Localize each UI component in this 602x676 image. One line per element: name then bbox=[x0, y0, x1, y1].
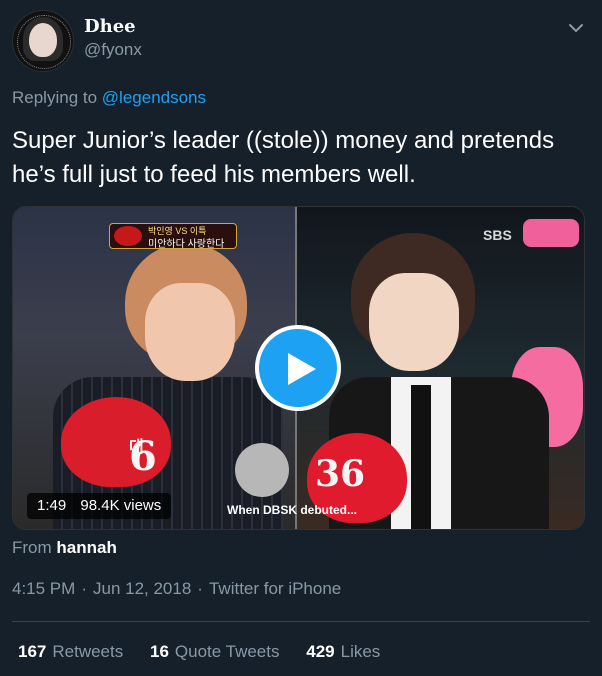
reply-mention-link[interactable]: @legendsons bbox=[102, 88, 206, 107]
tweet-time[interactable]: 4:15 PM bbox=[12, 579, 75, 598]
chevron-down-icon[interactable] bbox=[566, 18, 586, 38]
tweet-meta: 4:15 PM · Jun 12, 2018 · Twitter for iPhone bbox=[12, 579, 341, 599]
show-banner: 박인영 VS 이특 미안하다 사랑한다 bbox=[109, 223, 237, 250]
quotes-number: 16 bbox=[149, 642, 169, 661]
meta-separator: · bbox=[197, 579, 203, 598]
retweets-count[interactable]: 167 Retweets bbox=[18, 642, 123, 661]
likes-count[interactable]: 429 Likes bbox=[306, 642, 380, 661]
heart-right-number: 36 bbox=[315, 453, 366, 495]
avatar[interactable] bbox=[12, 10, 74, 72]
tweet-date[interactable]: Jun 12, 2018 bbox=[93, 579, 191, 598]
reply-context: Replying to @legendsons bbox=[12, 88, 206, 108]
play-button[interactable] bbox=[255, 325, 341, 411]
flower-pin bbox=[235, 443, 289, 497]
program-logo bbox=[523, 219, 579, 247]
likes-label: Likes bbox=[340, 642, 381, 661]
person-left-face bbox=[145, 283, 235, 381]
tweet-text: Super Junior’s leader ((stole)) money an… bbox=[12, 127, 555, 188]
video-views: 98.4K views bbox=[80, 497, 162, 514]
engagement-counts: 167 Retweets 16 Quote Tweets 429 Likes bbox=[18, 642, 402, 662]
person-right-tie bbox=[411, 385, 431, 529]
retweets-number: 167 bbox=[18, 642, 47, 661]
channel-logo: SBS bbox=[483, 227, 512, 243]
show-banner-main: 미안하다 사랑한다 bbox=[148, 239, 225, 250]
meta-separator: · bbox=[81, 579, 87, 598]
divider-top bbox=[12, 621, 590, 622]
reply-prefix: Replying to bbox=[12, 88, 98, 107]
retweets-label: Retweets bbox=[52, 642, 124, 661]
source-name-link[interactable]: hannah bbox=[56, 538, 116, 557]
tweet-header: Dhee @fyonx bbox=[12, 10, 590, 72]
video-stats: 1:49 98.4K views bbox=[27, 493, 172, 519]
person-right-face bbox=[369, 273, 459, 371]
source-prefix: From bbox=[12, 538, 52, 557]
author-display-name[interactable]: Dhee bbox=[84, 16, 136, 37]
show-emblem-icon bbox=[114, 226, 142, 246]
avatar-ring bbox=[17, 15, 71, 69]
tweet-client[interactable]: Twitter for iPhone bbox=[209, 579, 341, 598]
video-source: From hannah bbox=[12, 538, 117, 558]
heart-badge-left: 6대 bbox=[61, 397, 171, 487]
author-handle[interactable]: @fyonx bbox=[84, 40, 142, 60]
quote-tweets-count[interactable]: 16 Quote Tweets bbox=[150, 642, 280, 661]
quotes-label: Quote Tweets bbox=[174, 642, 280, 661]
likes-number: 429 bbox=[306, 642, 335, 661]
play-icon bbox=[288, 353, 316, 385]
video-duration: 1:49 bbox=[37, 497, 67, 514]
video-subtitle: When DBSK debuted... bbox=[227, 503, 357, 517]
video-player[interactable]: 6대 36 박인영 VS 이특 미안하다 사랑한다 SBS 1:49 98.4K… bbox=[12, 206, 585, 530]
heart-left-suffix: 대 bbox=[129, 437, 144, 456]
